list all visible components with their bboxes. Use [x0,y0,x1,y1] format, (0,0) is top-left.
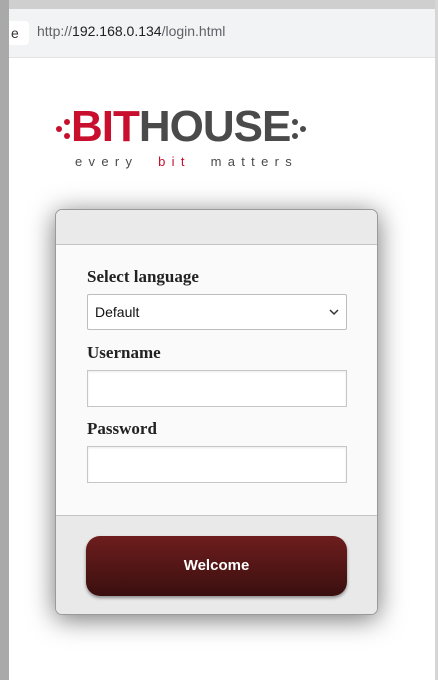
url-path: /login.html [161,23,226,39]
tagline-middle: bit [158,154,191,169]
username-label: Username [87,343,161,362]
password-label: Password [87,419,157,438]
browser-frame-top [0,0,438,9]
logo-bit: BIT [71,102,140,151]
tagline-start: every [75,154,139,169]
login-card-body: Select language Default Username Passwor… [56,245,377,515]
login-card-header [56,210,377,245]
welcome-button[interactable]: Welcome [86,536,347,596]
language-selected-value: Default [95,304,140,320]
url-host: 192.168.0.134 [72,23,162,39]
login-card-footer: Welcome [56,515,377,614]
bithouse-logo: BITHOUSE every bit matters [55,105,355,175]
password-input[interactable] [87,446,347,483]
username-input[interactable] [87,370,347,407]
logo-house: HOUSE [138,102,291,151]
language-label: Select language [87,267,199,286]
logo-wordmark: BITHOUSE [55,102,307,151]
chevron-down-icon [329,295,339,342]
login-card: Select language Default Username Passwor… [55,209,378,615]
url-text[interactable]: http://192.168.0.134/login.html [37,23,225,39]
tab-stub[interactable]: e [9,21,29,45]
tagline-end: matters [210,154,299,169]
url-prefix: http:// [37,23,73,39]
language-select[interactable]: Default [87,294,347,330]
logo-dots-right-icon [290,115,307,143]
address-bar[interactable]: e http://192.168.0.134/login.html [9,9,435,58]
browser-frame-left [0,0,9,680]
logo-tagline: every bit matters [75,154,298,169]
logo-dots-left-icon [55,115,71,143]
